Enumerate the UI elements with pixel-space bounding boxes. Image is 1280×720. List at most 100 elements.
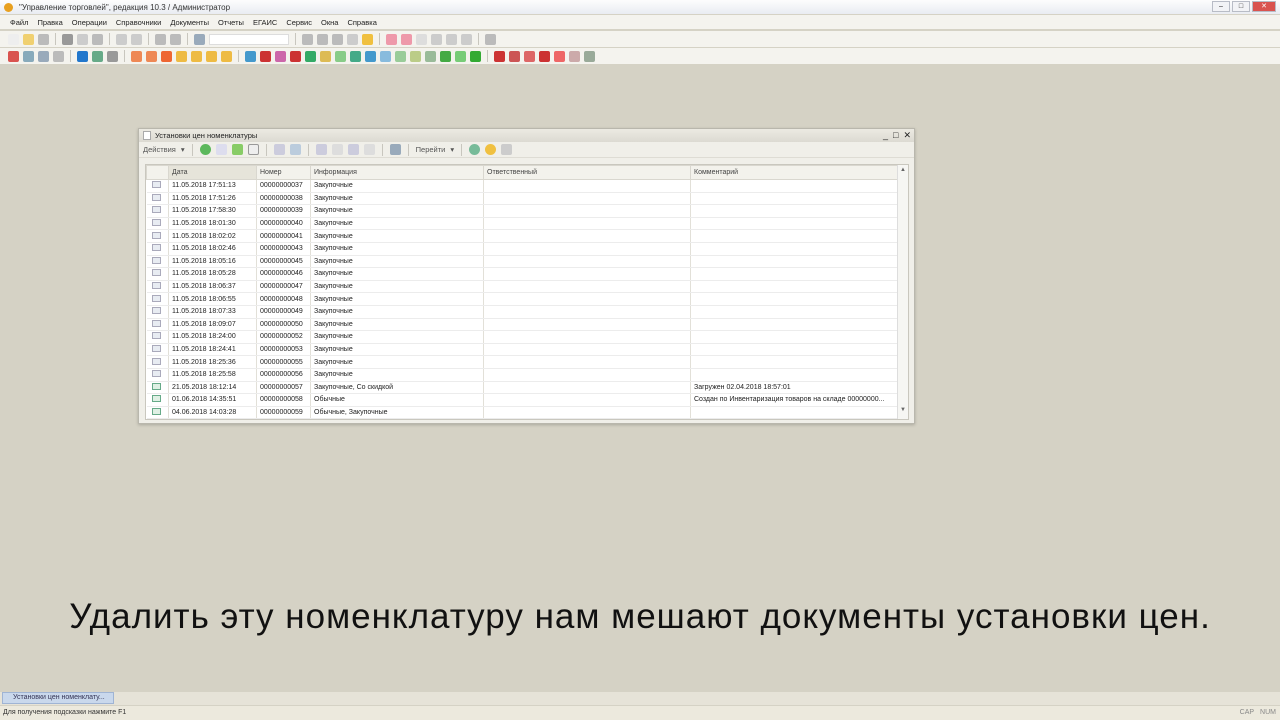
table-row[interactable]: 01.06.2018 14:35:51 00000000058 Обычные … xyxy=(146,393,899,407)
table-row[interactable]: 11.05.2018 17:51:13 00000000037 Закупочн… xyxy=(146,179,899,193)
menu-item-8[interactable]: Окна xyxy=(321,18,338,27)
document-button-18-icon[interactable] xyxy=(260,50,271,62)
document-button-5-icon[interactable] xyxy=(77,50,88,62)
standard-button-0-icon[interactable] xyxy=(8,33,19,45)
standard-button-24-icon[interactable] xyxy=(401,33,412,45)
vertical-scrollbar[interactable]: ▲ ▼ xyxy=(897,165,908,419)
toolbar-search-input[interactable] xyxy=(209,33,289,45)
scroll-up-icon[interactable]: ▲ xyxy=(898,167,908,177)
table-row[interactable]: 11.05.2018 18:07:33 00000000049 Закупочн… xyxy=(146,305,899,319)
document-button-28-icon[interactable] xyxy=(410,50,421,62)
document-button-35-icon[interactable] xyxy=(509,50,520,62)
standard-button-17-icon[interactable] xyxy=(302,33,313,45)
standard-button-28-icon[interactable] xyxy=(461,33,472,45)
standard-button-26-icon[interactable] xyxy=(431,33,442,45)
document-button-19-icon[interactable] xyxy=(275,50,286,62)
edit-icon[interactable] xyxy=(231,144,243,155)
document-button-27-icon[interactable] xyxy=(395,50,406,62)
document-button-36-icon[interactable] xyxy=(524,50,535,62)
table-row[interactable]: 11.05.2018 18:02:46 00000000043 Закупочн… xyxy=(146,242,899,256)
maximize-icon[interactable]: □ xyxy=(1232,1,1250,12)
copy-icon[interactable] xyxy=(215,144,227,155)
standard-button-25-icon[interactable] xyxy=(416,33,427,45)
document-button-22-icon[interactable] xyxy=(320,50,331,62)
document-button-13-icon[interactable] xyxy=(191,50,202,62)
standard-button-1-icon[interactable] xyxy=(23,33,34,45)
document-button-20-icon[interactable] xyxy=(290,50,301,62)
interval-icon[interactable] xyxy=(273,144,285,155)
filter-value-icon[interactable] xyxy=(331,144,343,155)
document-button-1-icon[interactable] xyxy=(23,50,34,62)
standard-button-9-icon[interactable] xyxy=(131,33,142,45)
menu-item-7[interactable]: Сервис xyxy=(286,18,312,27)
document-button-25-icon[interactable] xyxy=(365,50,376,62)
document-button-14-icon[interactable] xyxy=(206,50,217,62)
standard-button-6-icon[interactable] xyxy=(92,33,103,45)
table-row[interactable]: 04.06.2018 14:03:28 00000000059 Обычные,… xyxy=(146,406,899,419)
document-button-31-icon[interactable] xyxy=(455,50,466,62)
taskbar-item-price-settings[interactable]: Установки цен номенклату... xyxy=(2,692,114,704)
document-button-39-icon[interactable] xyxy=(569,50,580,62)
menu-item-4[interactable]: Документы xyxy=(170,18,209,27)
document-button-26-icon[interactable] xyxy=(380,50,391,62)
standard-button-12-icon[interactable] xyxy=(170,33,181,45)
standard-button-14-icon[interactable] xyxy=(194,33,205,45)
standard-button-19-icon[interactable] xyxy=(332,33,343,45)
table-row[interactable]: 11.05.2018 18:01:30 00000000040 Закупочн… xyxy=(146,217,899,231)
document-button-10-icon[interactable] xyxy=(146,50,157,62)
document-button-12-icon[interactable] xyxy=(176,50,187,62)
close-icon[interactable]: ✕ xyxy=(903,130,911,140)
table-row[interactable]: 11.05.2018 18:06:37 00000000047 Закупочн… xyxy=(146,280,899,294)
scroll-down-icon[interactable]: ▼ xyxy=(898,407,908,417)
table-row[interactable]: 11.05.2018 18:24:41 00000000053 Закупочн… xyxy=(146,343,899,357)
help-icon[interactable] xyxy=(485,144,497,155)
document-button-21-icon[interactable] xyxy=(305,50,316,62)
document-button-30-icon[interactable] xyxy=(440,50,451,62)
menu-item-0[interactable]: Файл xyxy=(10,18,28,27)
table-row[interactable]: 11.05.2018 17:58:30 00000000039 Закупочн… xyxy=(146,204,899,218)
standard-button-8-icon[interactable] xyxy=(116,33,127,45)
document-button-29-icon[interactable] xyxy=(425,50,436,62)
column-header-comment[interactable]: Комментарий xyxy=(690,165,899,180)
menu-item-1[interactable]: Правка xyxy=(37,18,62,27)
document-button-6-icon[interactable] xyxy=(92,50,103,62)
standard-button-27-icon[interactable] xyxy=(446,33,457,45)
filter-list-icon[interactable] xyxy=(347,144,359,155)
menu-item-9[interactable]: Справка xyxy=(347,18,376,27)
table-row[interactable]: 11.05.2018 18:25:36 00000000055 Закупочн… xyxy=(146,355,899,369)
filter-icon[interactable] xyxy=(315,144,327,155)
document-button-34-icon[interactable] xyxy=(494,50,505,62)
document-button-11-icon[interactable] xyxy=(161,50,172,62)
standard-button-2-icon[interactable] xyxy=(38,33,49,45)
minimize-icon[interactable]: – xyxy=(1212,1,1230,12)
table-row[interactable]: 11.05.2018 17:51:26 00000000038 Закупочн… xyxy=(146,192,899,206)
standard-button-20-icon[interactable] xyxy=(347,33,358,45)
column-header-number[interactable]: Номер xyxy=(256,165,311,180)
standard-button-21-icon[interactable] xyxy=(362,33,373,45)
document-button-15-icon[interactable] xyxy=(221,50,232,62)
refresh-icon[interactable] xyxy=(469,144,481,155)
table-row[interactable]: 11.05.2018 18:02:02 00000000041 Закупочн… xyxy=(146,229,899,243)
standard-button-4-icon[interactable] xyxy=(62,33,73,45)
document-button-2-icon[interactable] xyxy=(38,50,49,62)
menu-item-2[interactable]: Операции xyxy=(72,18,107,27)
document-button-9-icon[interactable] xyxy=(131,50,142,62)
add-icon[interactable] xyxy=(199,144,211,155)
document-button-3-icon[interactable] xyxy=(53,50,64,62)
actions-menu-button[interactable]: Действия xyxy=(143,145,176,154)
document-button-24-icon[interactable] xyxy=(350,50,361,62)
column-header-date[interactable]: Дата xyxy=(168,165,257,180)
based-on-icon[interactable] xyxy=(389,144,401,155)
table-row[interactable]: 11.05.2018 18:05:28 00000000046 Закупочн… xyxy=(146,267,899,281)
document-button-0-icon[interactable] xyxy=(8,50,19,62)
document-button-32-icon[interactable] xyxy=(470,50,481,62)
search-icon[interactable] xyxy=(289,144,301,155)
table-row[interactable]: 11.05.2018 18:09:07 00000000050 Закупочн… xyxy=(146,318,899,332)
document-button-17-icon[interactable] xyxy=(245,50,256,62)
standard-button-5-icon[interactable] xyxy=(77,33,88,45)
delete-mark-icon[interactable] xyxy=(247,144,259,155)
close-icon[interactable]: ✕ xyxy=(1252,1,1276,12)
filter-off-icon[interactable] xyxy=(363,144,375,155)
standard-button-23-icon[interactable] xyxy=(386,33,397,45)
menu-item-6[interactable]: ЕГАИС xyxy=(253,18,277,27)
